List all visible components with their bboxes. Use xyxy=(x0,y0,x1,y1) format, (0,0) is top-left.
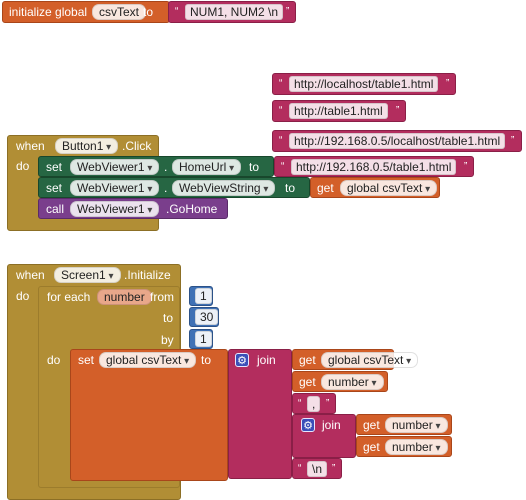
quote-close-icon: ” xyxy=(511,135,515,146)
click-event-label: .Click xyxy=(122,139,152,153)
quote-open-icon: “ xyxy=(298,398,302,409)
loop-do-label: do xyxy=(47,353,61,367)
initialize-global-block[interactable]: initialize global csvText to xyxy=(2,1,170,23)
inner-get-number-block-1[interactable]: get number xyxy=(356,414,452,435)
get-var-dropdown[interactable]: number xyxy=(385,417,448,433)
do-label: do xyxy=(16,289,30,303)
join-get-number-block[interactable]: get number xyxy=(292,371,388,392)
by-number-block[interactable]: 1 xyxy=(189,329,213,349)
webviewstring-property-dropdown[interactable]: WebViewString xyxy=(172,180,276,196)
set-label: set xyxy=(46,181,63,195)
quote-open-icon: “ xyxy=(298,463,302,474)
when-label: when xyxy=(16,139,45,153)
set-to-label: to xyxy=(201,353,212,367)
floating-text-block-3[interactable]: “ http://192.168.0.5/localhost/table1.ht… xyxy=(272,130,522,152)
quote-close-icon: ” xyxy=(396,105,400,116)
get-var-dropdown[interactable]: global csvText xyxy=(321,352,419,368)
set-homeurl-block[interactable]: set WebViewer1 . HomeUrl to xyxy=(38,156,274,177)
quote-open-icon: “ xyxy=(279,78,283,89)
join-newline-text-block[interactable]: “ \n ” xyxy=(292,458,342,479)
get-label: get xyxy=(299,375,316,389)
dot-separator: . xyxy=(164,181,168,195)
by-number-value[interactable]: 1 xyxy=(195,331,212,347)
get-var-dropdown[interactable]: number xyxy=(321,374,384,390)
get-label: get xyxy=(363,418,380,432)
join-comma-text-block[interactable]: “ , ” xyxy=(292,393,336,414)
get-label: get xyxy=(363,440,380,454)
quote-close-icon: ” xyxy=(446,78,450,89)
set-label: set xyxy=(78,353,95,367)
floating-text-block-2[interactable]: “ http://table1.html ” xyxy=(272,100,406,122)
get-label: get xyxy=(299,353,316,367)
join-get-csvtext-block[interactable]: get global csvText xyxy=(292,349,419,370)
set-global-csvtext-block[interactable]: set global csvText to xyxy=(70,349,228,481)
homeurl-property-dropdown[interactable]: HomeUrl xyxy=(172,159,242,175)
from-label: from xyxy=(150,290,174,304)
quote-open-icon: “ xyxy=(175,6,179,17)
gear-icon[interactable]: ⚙ xyxy=(235,353,249,367)
loop-var-field[interactable]: number xyxy=(97,289,152,305)
floating-text-value-3[interactable]: http://192.168.0.5/localhost/table1.html xyxy=(289,133,506,149)
newline-text-value[interactable]: \n xyxy=(307,461,328,477)
quote-open-icon: “ xyxy=(279,105,283,116)
global-to-label: to xyxy=(143,5,154,19)
screen-component-dropdown[interactable]: Screen1 xyxy=(54,267,121,283)
initialize-global-label: initialize global xyxy=(9,5,88,19)
homeurl-text-block[interactable]: “ http://192.168.0.5/table1.html ” xyxy=(274,156,474,177)
call-label: call xyxy=(46,202,65,216)
comma-text-value[interactable]: , xyxy=(307,396,321,412)
floating-text-value-2[interactable]: http://table1.html xyxy=(289,103,388,119)
webviewer-component-dropdown[interactable]: WebViewer1 xyxy=(70,159,160,175)
webviewer-component-dropdown[interactable]: WebViewer1 xyxy=(70,201,160,217)
set-to-label: to xyxy=(249,160,260,174)
quote-close-icon: ” xyxy=(332,463,336,474)
get-label: get xyxy=(317,181,334,195)
set-label: set xyxy=(46,160,63,174)
to-number-block[interactable]: 30 xyxy=(189,307,219,327)
set-webviewstring-block[interactable]: set WebViewer1 . WebViewString to xyxy=(38,177,310,198)
global-var-name-field[interactable]: csvText xyxy=(92,4,147,20)
gear-icon[interactable]: ⚙ xyxy=(301,418,315,432)
floating-text-value-1[interactable]: http://localhost/table1.html xyxy=(289,76,439,92)
inner-get-number-block-2[interactable]: get number xyxy=(356,436,452,457)
initialize-event-label: .Initialize xyxy=(124,268,171,282)
floating-text-block-1[interactable]: “ http://localhost/table1.html ” xyxy=(272,73,456,95)
quote-open-icon: “ xyxy=(281,161,285,172)
text-block-header[interactable]: “ NUM1, NUM2 \n ” xyxy=(168,1,296,23)
homeurl-text-value[interactable]: http://192.168.0.5/table1.html xyxy=(291,159,457,175)
get-var-dropdown[interactable]: global csvText xyxy=(340,180,438,196)
when-label: when xyxy=(16,268,45,282)
text-value-field[interactable]: NUM1, NUM2 \n xyxy=(185,4,284,20)
inner-join-label: join xyxy=(322,418,341,432)
for-each-label: for each xyxy=(47,290,91,304)
to-label: to xyxy=(163,311,174,325)
from-number-block[interactable]: 1 xyxy=(189,286,213,306)
from-number-value[interactable]: 1 xyxy=(195,288,212,304)
do-label: do xyxy=(16,159,30,173)
dot-separator: . xyxy=(164,160,168,174)
quote-close-icon: ” xyxy=(286,6,290,17)
button-component-dropdown[interactable]: Button1 xyxy=(55,138,119,154)
get-var-dropdown[interactable]: number xyxy=(385,439,448,455)
by-label: by xyxy=(161,333,174,347)
quote-close-icon: ” xyxy=(464,161,468,172)
quote-open-icon: “ xyxy=(279,135,283,146)
call-gohome-block[interactable]: call WebViewer1 .GoHome xyxy=(38,198,228,219)
set-to-label: to xyxy=(285,181,296,195)
quote-close-icon: ” xyxy=(326,398,330,409)
to-number-value[interactable]: 30 xyxy=(195,309,219,325)
join-label: join xyxy=(257,353,276,367)
set-var-dropdown[interactable]: global csvText xyxy=(99,352,197,368)
inner-join-block[interactable]: ⚙ join xyxy=(292,414,356,458)
webviewer-component-dropdown[interactable]: WebViewer1 xyxy=(70,180,160,196)
gohome-method-label: .GoHome xyxy=(166,202,218,216)
join-block[interactable]: ⚙ join xyxy=(228,349,292,479)
get-global-csvtext-block[interactable]: get global csvText xyxy=(310,177,440,198)
